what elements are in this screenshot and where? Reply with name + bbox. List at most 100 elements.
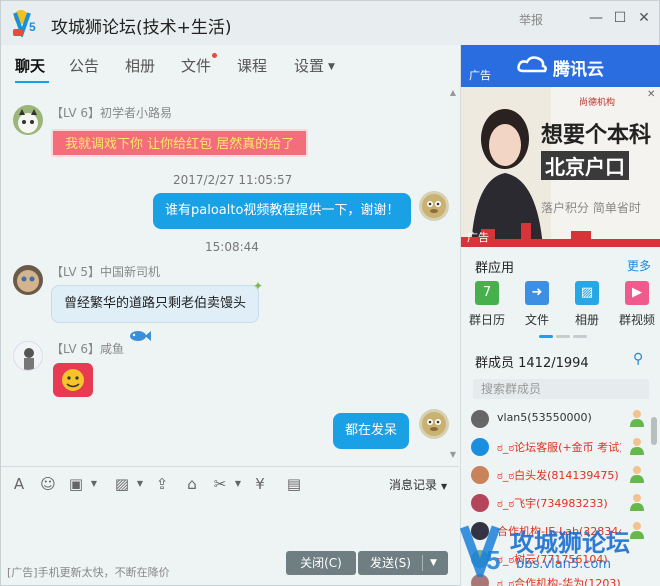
tab-bar: 聊天 公告 相册 文件 课程 设置 ▼ [1,49,459,85]
avatar[interactable] [13,265,43,295]
sender-meta: 【LV 6】初学者小路易 [51,106,173,120]
ad-banner-main[interactable]: 尚德机构 想要个本科 北京户口 落户积分 简单省时 广告 ✕ [461,87,660,247]
avatar [471,494,489,512]
timestamp: 2017/2/27 11:05:57 [173,173,293,187]
font-icon[interactable]: A [10,475,28,493]
history-label: 消息记录 [389,478,438,492]
bubble-decoration-icon: ✦ [253,279,264,293]
ad-logo-text: 尚德机构 [579,98,616,108]
svg-text:5: 5 [486,545,500,575]
app-video[interactable]: ▶ 群视频 [615,281,659,328]
shake-icon[interactable]: ⌂ [183,475,201,493]
window-title: 攻城狮论坛(技术+生活) [51,18,232,38]
app-label: 群日历 [468,313,505,327]
tab-files[interactable]: 文件 [181,55,211,76]
message-list[interactable]: 【LV 6】初学者小路易 我就调戏下你 让你给红包 居然真的给了 2017/2/… [1,87,459,461]
report-link[interactable]: 举报 [519,11,543,28]
input-toolbar: A ☺ ▣ ▼ ▨ ▼ ⇪ ⌂ ✂ ▼ ¥ ▤ 消息记录 ▼ [1,467,459,501]
sender-meta: 【LV 5】中国新司机 [51,265,161,279]
message-bubble[interactable]: 谁有paloalto视频教程提供一下，谢谢！ [153,193,412,229]
members-title: 群成员 1412/1994 [475,356,589,371]
pager-dot-active[interactable] [539,335,553,338]
pager-dot[interactable] [556,335,570,338]
emoji-sticker[interactable] [53,363,93,397]
member-name: ಠ_ಠ飞宇(734983233) [497,497,608,510]
avatar[interactable] [13,341,43,371]
pager-dot[interactable] [573,335,587,338]
files-badge-dot [212,53,217,58]
close-button[interactable]: 关闭(C) [286,551,356,575]
title-bar[interactable]: 5 攻城狮论坛(技术+生活) 举报 — ☐ ✕ [1,1,659,45]
chevron-down-icon[interactable]: ▼ [229,475,247,493]
divider [422,555,423,571]
apps-title: 群应用 [475,261,515,276]
tab-settings[interactable]: 设置 ▼ [294,55,335,76]
close-icon[interactable]: ✕ [635,9,653,27]
ad-subheadline: 北京户口 [541,151,629,180]
search-icon[interactable]: ⚲ [633,351,643,367]
member-role-icon [630,494,644,511]
redpacket-icon[interactable]: ¥ [251,475,269,493]
watermark-brand: 攻城狮论坛 [510,529,630,557]
chevron-down-icon[interactable]: ▼ [85,475,103,493]
watermark-url: bbs.vlan5.com [516,557,612,572]
scroll-down-icon[interactable]: ▼ [449,451,457,459]
tab-album[interactable]: 相册 [125,55,155,76]
close-icon[interactable]: ✕ [647,89,655,100]
message-input[interactable] [1,501,459,547]
member-name: vlan5(53550000) [497,411,592,424]
avatar[interactable] [419,191,449,221]
video-icon: ▶ [625,281,649,305]
chevron-down-icon: ▼ [328,61,335,72]
message-bubble[interactable]: 曾经繁华的道路只剩老伯卖馒头 [51,285,260,323]
message-bubble[interactable]: 都在发呆 [333,413,410,449]
cloud-icon [517,56,547,73]
bottom-ad-link[interactable]: [广告]手机更新太快，不断在降价 [7,564,170,580]
tab-course[interactable]: 课程 [237,55,267,76]
member-item[interactable]: ಠ_ಠ白头发(814139475) [471,463,651,487]
more-link[interactable]: 更多 [627,257,651,274]
tab-chat[interactable]: 聊天 [15,55,45,76]
member-role-icon [630,466,644,483]
member-item[interactable]: vlan5(53550000) [471,407,651,431]
send-label: 发送(S) [370,556,411,570]
avatar [471,438,489,456]
maximize-icon[interactable]: ☐ [611,9,629,27]
minimize-icon[interactable]: — [587,9,605,27]
tab-announcement[interactable]: 公告 [69,55,99,76]
ad-banner-top[interactable]: 广告 腾讯云 [461,45,660,87]
chevron-down-icon[interactable]: ▼ [131,475,149,493]
avatar[interactable] [419,409,449,439]
avatar[interactable] [13,105,43,135]
right-panel: 广告 腾讯云 尚德机构 想要个本科 北京户口 落户积分 简单省时 广告 ✕ 群应… [460,45,660,586]
ad-headline: 想要个本科 [541,123,652,148]
message-bubble[interactable]: 我就调戏下你 让你给红包 居然真的给了 [51,129,309,157]
photo-icon[interactable]: ▤ [285,475,303,493]
image-icon[interactable]: ▨ [113,475,131,493]
sender-meta: 【LV 6】咸鱼 [51,342,125,356]
app-files[interactable]: ➜ 文件 [515,281,559,328]
file-icon: ➜ [525,281,549,305]
history-button[interactable]: 消息记录 ▼ [389,476,447,493]
app-label: 相册 [574,313,599,327]
fish-icon [129,329,151,343]
member-scrollbar[interactable] [651,417,657,445]
chevron-down-icon[interactable]: ▼ [430,551,437,575]
member-search-input[interactable]: 搜索群成员 [473,379,649,399]
chat-scrollbar[interactable]: ▲ ▼ [447,87,459,461]
tab-settings-label: 设置 [294,57,325,75]
album-icon: ▨ [575,281,599,305]
scroll-up-icon[interactable]: ▲ [449,89,457,97]
avatar [471,410,489,428]
group-logo: 5 [13,10,36,37]
app-calendar[interactable]: 7 群日历 [465,281,509,328]
send-button[interactable]: 发送(S) ▼ [358,551,448,575]
emoji-icon[interactable]: ☺ [39,475,57,493]
screenshot-icon[interactable]: ✂ [211,475,229,493]
gif-icon[interactable]: ▣ [67,475,85,493]
upload-icon[interactable]: ⇪ [153,475,171,493]
avatar [471,466,489,484]
app-album[interactable]: ▨ 相册 [565,281,609,328]
ad-caption: 落户积分 简单省时 [541,201,641,215]
member-item[interactable]: ಠ_ಠ论坛客服(+金币 考试) [471,435,651,459]
